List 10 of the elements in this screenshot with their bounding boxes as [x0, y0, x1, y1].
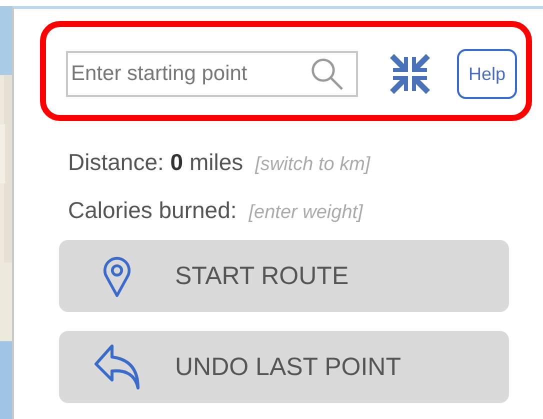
search-field[interactable]: Enter starting point [66, 51, 358, 97]
stat-label: Calories burned: [68, 197, 237, 224]
search-icon[interactable] [310, 57, 344, 91]
stat-label: Distance: 0 miles [68, 149, 244, 176]
undo-button[interactable]: UNDO LAST POINT [59, 331, 509, 403]
undo-arrow-icon [93, 344, 141, 390]
help-button[interactable]: Help [457, 49, 517, 99]
start-route-button[interactable]: START ROUTE [59, 240, 509, 312]
collapse-icon[interactable] [388, 52, 432, 96]
location-pin-icon [103, 254, 131, 298]
